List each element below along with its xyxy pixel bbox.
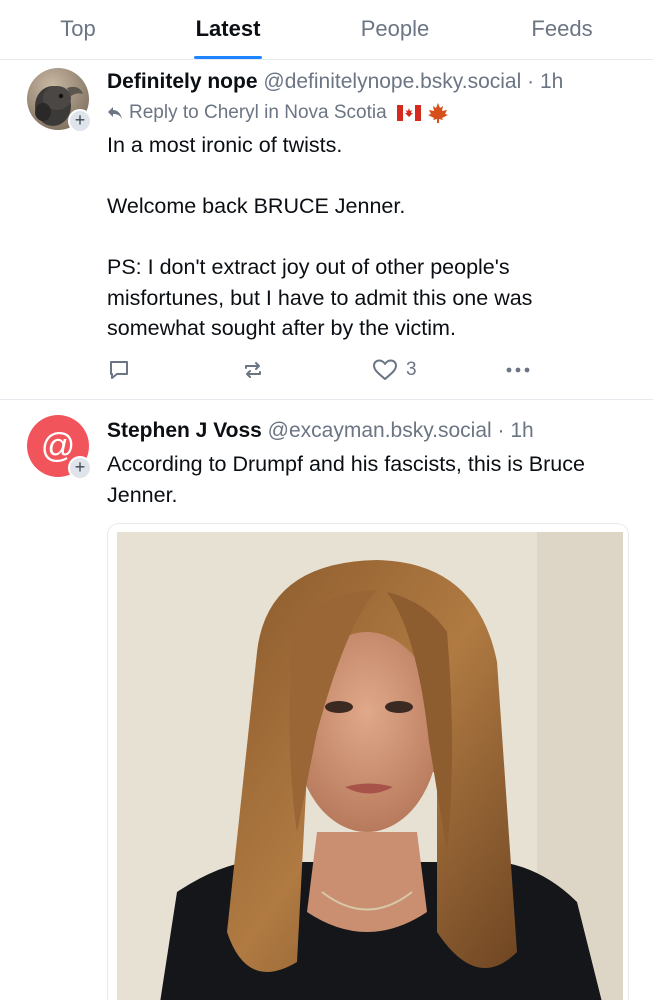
tab-people[interactable]: People bbox=[333, 0, 457, 58]
feed-tab-bar: Top Latest People Feeds bbox=[0, 0, 653, 60]
follow-plus-badge[interactable]: + bbox=[68, 109, 92, 133]
separator-dot: · bbox=[497, 419, 505, 442]
avatar[interactable]: @ + bbox=[27, 415, 92, 480]
post-paragraph: According to Drumpf and his fascists, th… bbox=[107, 452, 585, 507]
like-count: 3 bbox=[406, 359, 417, 380]
post-header: Stephen J Voss @excayman.bsky.social · 1… bbox=[107, 417, 534, 445]
like-icon bbox=[373, 359, 397, 380]
tab-top[interactable]: Top bbox=[16, 0, 140, 58]
display-name[interactable]: Stephen J Voss bbox=[107, 419, 262, 442]
canada-flag-icon bbox=[396, 105, 421, 121]
follow-plus-badge[interactable]: + bbox=[68, 456, 92, 480]
reply-to-text: Reply to Cheryl in Nova Scotia bbox=[129, 102, 387, 123]
display-name[interactable]: Definitely nope bbox=[107, 70, 258, 93]
post-paragraph: PS: I don't extract joy out of other peo… bbox=[107, 255, 533, 340]
plus-icon: + bbox=[74, 457, 86, 477]
reply-icon bbox=[110, 361, 128, 379]
handle[interactable]: @definitelynope.bsky.social bbox=[263, 70, 521, 93]
post-photo[interactable] bbox=[117, 532, 623, 1000]
tab-feeds[interactable]: Feeds bbox=[500, 0, 624, 58]
repost-icon bbox=[245, 362, 261, 378]
tab-top-label: Top bbox=[60, 16, 96, 41]
post-body: In a most ironic of twists. Welcome back… bbox=[107, 130, 627, 344]
timestamp[interactable]: 1h bbox=[510, 419, 533, 442]
more-options-button[interactable] bbox=[505, 358, 531, 382]
separator-dot: · bbox=[527, 70, 535, 93]
tab-people-label: People bbox=[360, 16, 430, 41]
image-embed[interactable] bbox=[107, 523, 629, 1000]
active-tab-indicator bbox=[194, 56, 262, 59]
tab-feeds-label: Feeds bbox=[531, 16, 593, 41]
timestamp[interactable]: 1h bbox=[540, 70, 563, 93]
post-item[interactable]: + Definitely nope @definitelynope.bsky.s… bbox=[0, 60, 653, 400]
post-actions: 3 bbox=[107, 358, 537, 382]
avatar[interactable]: + bbox=[27, 68, 92, 133]
tab-latest-label: Latest bbox=[195, 16, 261, 41]
post-paragraph: Welcome back BRUCE Jenner. bbox=[107, 194, 406, 218]
more-icon bbox=[506, 367, 530, 373]
tab-latest[interactable]: Latest bbox=[166, 0, 290, 59]
post-paragraph: In a most ironic of twists. bbox=[107, 133, 343, 157]
post-header: Definitely nope @definitelynope.bsky.soc… bbox=[107, 68, 563, 96]
portrait-photo-illustration bbox=[117, 532, 623, 1000]
post-body: According to Drumpf and his fascists, th… bbox=[107, 449, 627, 510]
handle[interactable]: @excayman.bsky.social bbox=[268, 419, 492, 442]
like-button[interactable]: 3 bbox=[372, 358, 417, 382]
reply-arrow-icon bbox=[108, 107, 122, 119]
reply-button[interactable] bbox=[107, 358, 131, 382]
at-sign-icon: @ bbox=[40, 427, 76, 465]
maple-leaf-icon bbox=[427, 103, 448, 123]
post-item[interactable]: @ + Stephen J Voss @excayman.bsky.social… bbox=[0, 401, 653, 1000]
plus-icon: + bbox=[74, 110, 86, 130]
reply-context[interactable]: Reply to Cheryl in Nova Scotia bbox=[107, 100, 449, 126]
repost-button[interactable] bbox=[241, 358, 265, 382]
